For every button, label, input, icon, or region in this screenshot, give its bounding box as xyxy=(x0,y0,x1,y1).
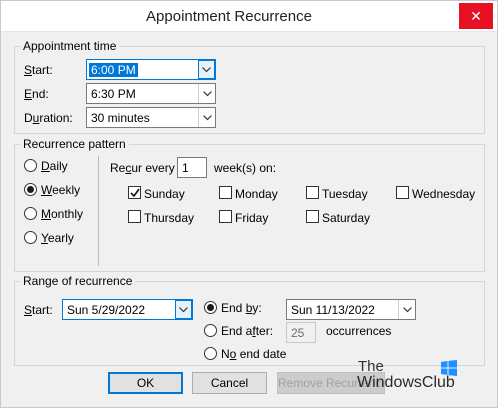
thursday-checkbox[interactable] xyxy=(128,210,141,223)
chevron-down-icon[interactable] xyxy=(398,300,415,319)
end-by-combo[interactable]: Sun 11/13/2022 xyxy=(286,299,416,320)
no-end-date-label[interactable]: No end date xyxy=(221,347,286,361)
start-time-label: Start: xyxy=(24,63,53,77)
no-end-date-radio[interactable] xyxy=(204,347,217,360)
end-by-label[interactable]: End by: xyxy=(221,301,262,315)
range-start-combo[interactable]: Sun 5/29/2022 xyxy=(62,299,193,320)
sunday-label[interactable]: Sunday xyxy=(144,187,185,201)
appointment-recurrence-dialog: Appointment Recurrence ✕ Appointment tim… xyxy=(0,0,498,408)
chevron-down-icon[interactable] xyxy=(198,108,215,127)
title-bar: Appointment Recurrence ✕ xyxy=(1,1,497,32)
monthly-radio[interactable] xyxy=(24,207,37,220)
weekly-label[interactable]: Weekly xyxy=(41,183,80,197)
yearly-radio[interactable] xyxy=(24,231,37,244)
end-after-radio[interactable] xyxy=(204,324,217,337)
duration-combo[interactable]: 30 minutes xyxy=(86,107,216,128)
duration-label: Duration: xyxy=(24,111,73,125)
window-title: Appointment Recurrence xyxy=(146,8,312,25)
chevron-down-icon[interactable] xyxy=(198,84,215,103)
end-after-label[interactable]: End after: xyxy=(221,324,273,338)
occurrences-label: occurrences xyxy=(326,324,392,338)
recurrence-pattern-group: Recurrence pattern xyxy=(14,137,485,272)
end-time-combo[interactable]: 6:30 PM xyxy=(86,83,216,104)
wednesday-label[interactable]: Wednesday xyxy=(412,187,475,201)
range-start-value: Sun 5/29/2022 xyxy=(67,303,146,317)
close-button[interactable]: ✕ xyxy=(459,3,493,29)
saturday-label[interactable]: Saturday xyxy=(322,211,370,225)
ok-button[interactable]: OK xyxy=(108,372,183,394)
saturday-checkbox[interactable] xyxy=(306,210,319,223)
weekly-radio[interactable] xyxy=(24,183,37,196)
end-by-radio[interactable] xyxy=(204,301,217,314)
recur-interval-suffix: week(s) on: xyxy=(214,161,277,175)
recur-every-label: Recur every xyxy=(110,161,175,175)
monday-checkbox[interactable] xyxy=(219,186,232,199)
end-time-label: End: xyxy=(24,87,49,101)
end-time-value: 6:30 PM xyxy=(91,87,136,101)
thursday-label[interactable]: Thursday xyxy=(144,211,194,225)
occurrences-input[interactable]: 25 xyxy=(286,322,316,343)
checkmark-icon xyxy=(130,188,140,198)
friday-label[interactable]: Friday xyxy=(235,211,268,225)
recurrence-pattern-legend: Recurrence pattern xyxy=(23,137,126,151)
recur-interval-input[interactable]: 1 xyxy=(177,157,207,178)
friday-checkbox[interactable] xyxy=(219,210,232,223)
cancel-button[interactable]: Cancel xyxy=(192,372,267,394)
range-start-label: Start: xyxy=(24,303,53,317)
yearly-label[interactable]: Yearly xyxy=(41,231,74,245)
range-legend: Range of recurrence xyxy=(23,274,133,288)
appointment-time-group: Appointment time xyxy=(14,39,485,134)
appointment-time-legend: Appointment time xyxy=(23,39,117,53)
chevron-down-icon[interactable] xyxy=(198,60,215,79)
daily-radio[interactable] xyxy=(24,159,37,172)
duration-value: 30 minutes xyxy=(91,111,150,125)
daily-label[interactable]: Daily xyxy=(41,159,68,173)
monthly-label[interactable]: Monthly xyxy=(41,207,83,221)
wednesday-checkbox[interactable] xyxy=(396,186,409,199)
monday-label[interactable]: Monday xyxy=(235,187,278,201)
end-by-value: Sun 11/13/2022 xyxy=(291,303,375,317)
start-time-value: 6:00 PM xyxy=(89,63,138,77)
tuesday-label[interactable]: Tuesday xyxy=(322,187,368,201)
tuesday-checkbox[interactable] xyxy=(306,186,319,199)
sunday-checkbox[interactable] xyxy=(128,186,141,199)
thewindowsclub-watermark: The WindowsClub xyxy=(357,358,477,394)
start-time-combo[interactable]: 6:00 PM xyxy=(86,59,216,80)
chevron-down-icon[interactable] xyxy=(175,300,192,319)
close-icon: ✕ xyxy=(470,7,482,24)
windows-logo-icon xyxy=(441,360,457,376)
pattern-divider xyxy=(98,156,99,266)
